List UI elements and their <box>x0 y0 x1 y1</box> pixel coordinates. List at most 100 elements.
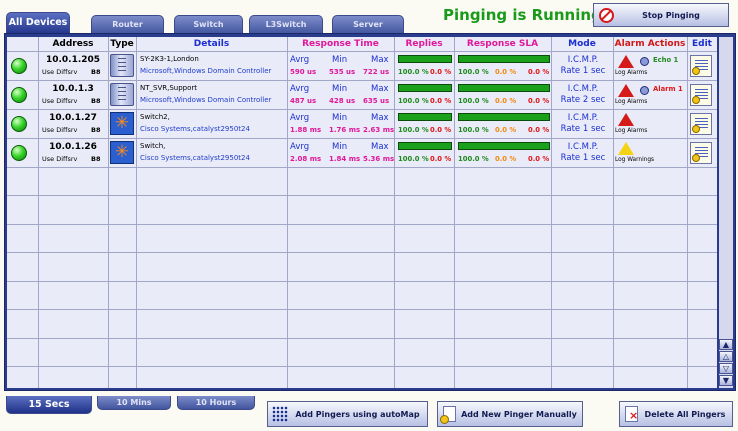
edit-icon[interactable] <box>690 55 712 77</box>
alarm-triangle-icon[interactable] <box>618 113 634 126</box>
edit-icon[interactable] <box>690 84 712 106</box>
scroll-top-icon[interactable]: ▲ <box>719 339 733 350</box>
header-details[interactable]: Details <box>136 37 287 51</box>
table-row[interactable]: 10.0.1.205 Use Diffsrv B8 SY-2K3-1,London Mi… <box>7 52 717 80</box>
replies-pass: 100.0 % <box>398 126 429 134</box>
rt-max-value: 5.36 ms <box>363 155 395 163</box>
stop-pinging-button[interactable]: Stop Pinging <box>593 3 729 27</box>
sla-bar <box>458 84 550 92</box>
details-vendor: Microsoft,Windows Domain Controller <box>140 67 272 75</box>
details-vendor: Cisco Systems,catalyst2950t24 <box>140 125 250 133</box>
rt-min-value: 535 us <box>329 68 356 76</box>
grid-row-line <box>7 338 717 339</box>
table-row[interactable]: 10.0.1.27 Use Diffsrv B8 ✳ Switch2, Cisco Sys… <box>7 110 717 138</box>
status-led-icon <box>11 87 27 103</box>
rt-min-label: Min <box>332 113 348 123</box>
sla-fail: 0.0 % <box>528 126 550 134</box>
sla-ok: 100.0 % <box>458 97 489 105</box>
grid-row-line <box>7 167 717 168</box>
sla-ok: 100.0 % <box>458 126 489 134</box>
rt-max-value: 635 us <box>363 97 390 105</box>
vertical-scrollbar[interactable]: ▲ △ ▽ ▼ <box>719 37 733 388</box>
mode-protocol: I.C.M.P. <box>567 113 599 123</box>
grid-row-line <box>7 224 717 225</box>
scroll-bottom-icon[interactable]: ▼ <box>719 375 733 386</box>
delete-all-pingers-label: Delete All Pingers <box>644 409 726 419</box>
details-vendor: Cisco Systems,catalyst2950t24 <box>140 154 250 162</box>
details-name: NT_SVR,Support <box>140 84 198 92</box>
alarm-triangle-icon[interactable] <box>618 84 634 97</box>
time-tab-10-mins[interactable]: 10 Mins <box>97 396 171 410</box>
replies-fail: 0.0 % <box>430 155 452 163</box>
rt-avg-label: Avrg <box>290 142 310 152</box>
add-pingers-automap-button[interactable]: Add Pingers using autoMap <box>267 401 428 427</box>
header-mode[interactable]: Mode <box>551 37 613 51</box>
add-new-pinger-button[interactable]: Add New Pinger Manually <box>437 401 583 427</box>
replies-bar <box>398 142 452 150</box>
header-edit[interactable]: Edit <box>687 37 717 51</box>
alarm-gear-icon <box>640 57 649 66</box>
grid-row-line <box>7 281 717 282</box>
sla-ok: 100.0 % <box>458 68 489 76</box>
address-cell[interactable]: 10.0.1.3 <box>38 84 108 94</box>
replies-pass: 100.0 % <box>398 155 429 163</box>
time-tab-10-hours[interactable]: 10 Hours <box>177 396 255 410</box>
tab-router[interactable]: Router <box>91 15 164 34</box>
delete-document-icon: × <box>625 406 638 422</box>
address-cell[interactable]: 10.0.1.26 <box>38 142 108 152</box>
tab-l3switch[interactable]: L3Switch <box>249 15 323 34</box>
edit-icon[interactable] <box>690 142 712 164</box>
rt-avg-value: 2.08 ms <box>290 155 322 163</box>
use-diffsrv-label: Use Diffsrv <box>42 97 78 105</box>
rt-min-label: Min <box>332 142 348 152</box>
rt-avg-label: Avrg <box>290 113 310 123</box>
stop-icon <box>599 7 614 23</box>
address-cell[interactable]: 10.0.1.205 <box>38 55 108 65</box>
add-new-pinger-label: Add New Pinger Manually <box>461 409 577 419</box>
add-document-icon <box>440 406 456 424</box>
alarm-triangle-icon[interactable] <box>618 55 634 68</box>
header-response-time[interactable]: Response Time <box>287 37 394 51</box>
use-diffsrv-label: Use Diffsrv <box>42 126 78 134</box>
alarm-extra: Alarm 1 <box>653 85 683 93</box>
sla-bar <box>458 55 550 63</box>
rt-min-value: 1.84 ms <box>329 155 361 163</box>
rt-max-value: 2.63 ms <box>363 126 395 134</box>
sla-bar <box>458 142 550 150</box>
alarm-type-label: Log Alarms <box>615 128 648 134</box>
switch-icon: ✳ <box>110 112 134 135</box>
sla-fail: 0.0 % <box>528 155 550 163</box>
tab-all-devices[interactable]: All Devices <box>6 12 70 35</box>
header-response-sla[interactable]: Response SLA <box>454 37 551 51</box>
header-type[interactable]: Type <box>108 37 136 51</box>
rt-max-value: 722 us <box>363 68 390 76</box>
details-name: SY-2K3-1,London <box>140 55 199 63</box>
address-cell[interactable]: 10.0.1.27 <box>38 113 108 123</box>
tab-switch[interactable]: Switch <box>174 15 243 34</box>
mode-rate: Rate 2 sec <box>560 95 606 105</box>
rt-max-label: Max <box>371 113 389 123</box>
scroll-up-icon[interactable]: △ <box>719 351 733 362</box>
tab-server[interactable]: Server <box>332 15 404 34</box>
header-alarm-actions[interactable]: Alarm Actions <box>613 37 687 51</box>
scroll-down-icon[interactable]: ▽ <box>719 363 733 374</box>
alarm-extra: Echo 1 <box>653 56 679 64</box>
rt-max-label: Max <box>371 84 389 94</box>
time-tab-15-secs[interactable]: 15 Secs <box>6 396 92 414</box>
delete-all-pingers-button[interactable]: × Delete All Pingers <box>619 401 733 427</box>
edit-icon[interactable] <box>690 113 712 135</box>
replies-pass: 100.0 % <box>398 68 429 76</box>
sla-warn: 0.0 % <box>495 155 517 163</box>
rt-avg-label: Avrg <box>290 84 310 94</box>
table-row[interactable]: 10.0.1.3 Use Diffsrv B8 NT_SVR,Support Micro… <box>7 81 717 109</box>
header-replies[interactable]: Replies <box>394 37 454 51</box>
pinger-table: Address Type Details Response Time Repli… <box>7 37 717 388</box>
table-row[interactable]: 10.0.1.26 Use Diffsrv B8 ✳ Switch, Cisco Syst… <box>7 139 717 167</box>
header-address[interactable]: Address <box>38 37 108 51</box>
mode-protocol: I.C.M.P. <box>567 142 599 152</box>
rt-avg-value: 1.88 ms <box>290 126 322 134</box>
replies-fail: 0.0 % <box>430 97 452 105</box>
alarm-type-label: Log Warnings <box>615 157 655 163</box>
warning-triangle-icon[interactable] <box>618 142 634 155</box>
alarm-type-label: Log Alarms <box>615 99 648 105</box>
